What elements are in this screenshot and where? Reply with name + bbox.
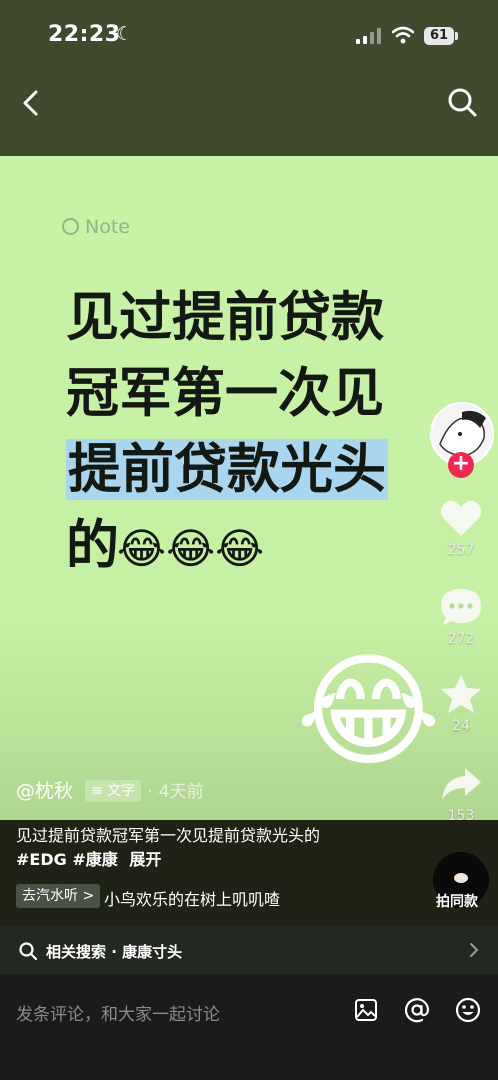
moon-icon: ☾ [116,23,134,45]
heart-icon [440,500,482,536]
comment-count: 272 [447,631,475,647]
hashtags[interactable]: #EDG #康康 [16,850,118,869]
like-button[interactable]: 257 [436,498,486,558]
search-icon[interactable] [444,84,480,120]
signal-icon [356,28,382,44]
status-time: 22:23 [48,22,121,47]
post-headline: 见过提前贷款 冠军第一次见 提前贷款光头 的😂😂😂 [66,280,388,587]
battery-indicator: 61 [424,27,454,45]
share-arrow-icon [442,768,481,800]
text-lines-icon: ≡ [91,783,103,799]
type-tag-label: 文字 [107,783,136,799]
image-icon[interactable] [354,998,378,1022]
star-icon [441,675,481,713]
laughing-emoji-icon: 😂😂😂 [117,524,265,573]
comment-button[interactable]: 272 [436,587,486,647]
headline-highlight: 提前贷款光头 [66,439,388,500]
like-count: 257 [447,542,475,558]
circle-icon [62,218,79,235]
music-chip[interactable]: 去汽水听 > [16,884,101,908]
type-tag: ≡ 文字 [85,780,142,802]
caption-text: 见过提前贷款冠军第一次见提前贷款光头的 [16,826,321,845]
chevron-right-icon [470,943,479,957]
related-search-bar[interactable]: 相关搜索 · 康康寸头 [0,926,498,974]
search-icon [19,942,38,961]
comment-input[interactable]: 发条评论，和大家一起讨论 [16,1000,220,1025]
comment-bar: 发条评论，和大家一起讨论 [0,974,498,1080]
big-laughing-emoji: 😂 [296,640,441,784]
status-bar: 22:23 ☾ 61 [0,0,498,70]
caption-tags-row: #EDG #康康 展开 [16,846,161,870]
post-time: 4天前 [158,782,204,802]
top-nav [0,70,498,156]
comment-bubble-icon [441,589,481,625]
note-label: Note [85,216,130,238]
music-title[interactable]: 小鸟欢乐的在树上叽叽喳 [104,886,280,910]
related-search-text: 相关搜索 · 康康寸头 [46,943,183,961]
headline-line: 的 [66,515,119,576]
meta-separator: · [147,782,153,802]
post-meta: @枕秋 ≡ 文字 · 4天前 [16,776,204,803]
favorite-count: 24 [452,718,470,734]
note-tag: Note [62,216,130,238]
emoji-face-icon[interactable] [455,997,481,1023]
headline-line: 冠军第一次见 [66,363,384,424]
at-mention-icon[interactable] [404,997,430,1023]
battery-tip [455,32,458,40]
chevron-left-icon[interactable] [14,86,48,120]
expand-link[interactable]: 展开 [129,850,161,869]
caption-area: 见过提前贷款冠军第一次见提前贷款光头的 #EDG #康康 展开 去汽水听 > 小… [0,820,498,926]
author-name[interactable]: @枕秋 [16,780,73,802]
share-button[interactable]: 153 [436,764,486,824]
wifi-icon [392,26,414,44]
favorite-button[interactable]: 24 [436,674,486,734]
follow-button[interactable]: + [448,452,474,478]
remix-label[interactable]: 拍同款 [436,891,478,911]
post-image[interactable]: Note 见过提前贷款 冠军第一次见 提前贷款光头 的😂😂😂 😂 [0,156,498,820]
headline-line: 见过提前贷款 [66,287,384,348]
